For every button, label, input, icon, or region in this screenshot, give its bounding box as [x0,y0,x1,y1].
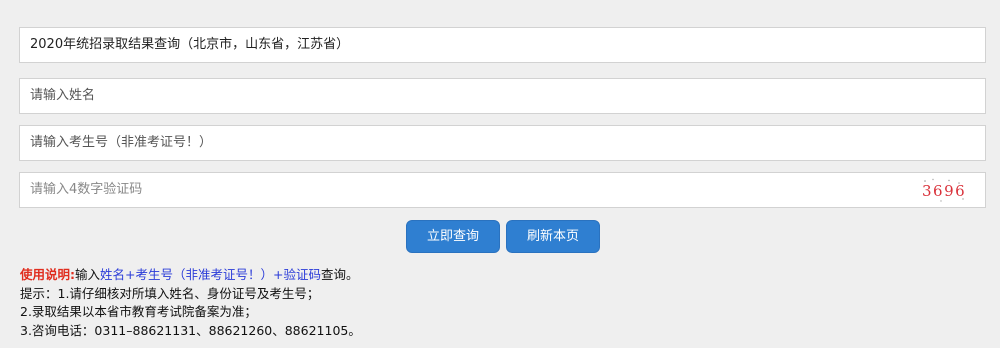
query-type-value: 2020年统招录取结果查询（北京市，山东省，江苏省） [30,37,350,52]
captcha-placeholder: 请输入4数字验证码 [30,182,143,197]
query-button[interactable]: 立即查询 [406,220,500,253]
usage-pre: 输入 [75,267,101,282]
usage-label: 使用说明: [20,267,75,282]
usage-plus-2: + [273,267,284,282]
captcha-code: 3696 [922,182,966,200]
name-placeholder: 请输入姓名 [30,88,96,103]
tip-2: 2.录取结果以本省市教育考试院备案为准； [20,304,257,319]
captcha-input[interactable]: 请输入4数字验证码 3696 [19,172,986,208]
query-type-select[interactable]: 2020年统招录取结果查询（北京市，山东省，江苏省） [19,27,986,63]
query-page: 2020年统招录取结果查询（北京市，山东省，江苏省） 请输入姓名 请输入考生号（… [0,0,1000,348]
exam-id-input[interactable]: 请输入考生号（非准考证号！） [19,125,986,161]
instructions: 使用说明:输入姓名+考生号（非准考证号！）+验证码查询。 提示：1.请仔细核对所… [20,266,361,340]
tip-3: 3.咨询电话：0311–88621131、88621260、88621105。 [20,322,361,338]
exam-id-placeholder: 请输入考生号（非准考证号！） [30,135,213,150]
name-input[interactable]: 请输入姓名 [19,78,986,114]
usage-name: 姓名 [100,267,126,282]
usage-line: 使用说明:输入姓名+考生号（非准考证号！）+验证码查询。 [20,266,361,285]
captcha-image[interactable]: 3696 [919,177,967,203]
usage-post: 查询。 [321,267,359,282]
usage-plus-1: + [125,267,136,282]
usage-captcha: 验证码 [283,267,322,282]
tip-1: 提示：1.请仔细核对所填入姓名、身份证号及考生号； [20,285,320,301]
usage-exam: 考生号（非准考证号！） [135,267,274,282]
refresh-button[interactable]: 刷新本页 [506,220,600,253]
